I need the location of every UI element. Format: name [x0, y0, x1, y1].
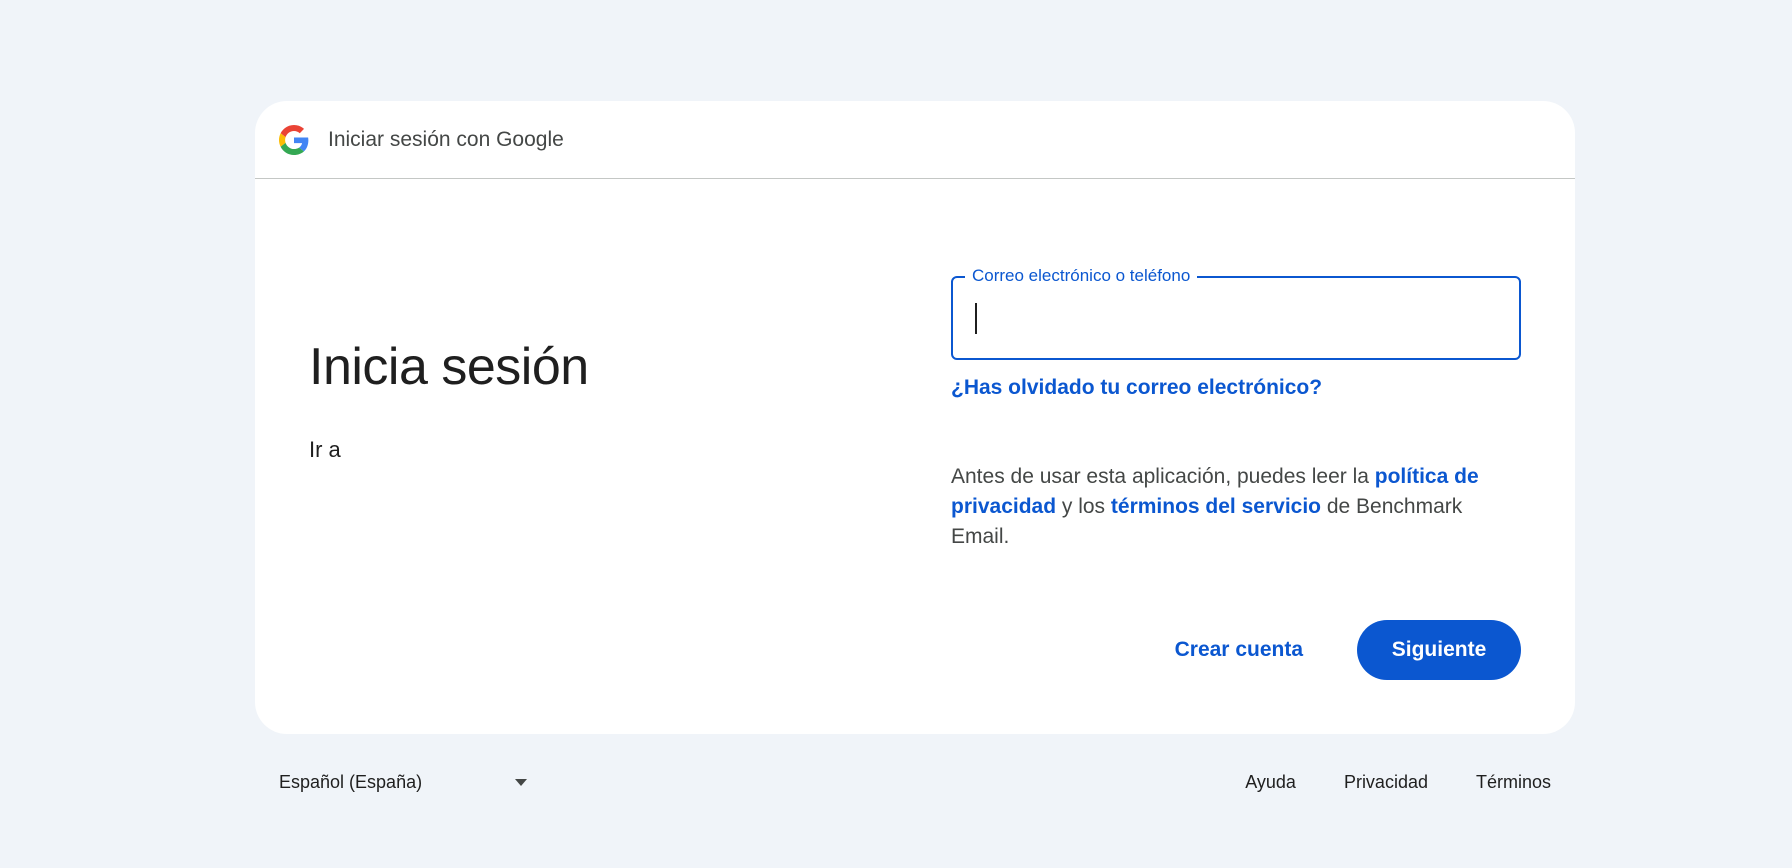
page-title: Inicia sesión — [309, 338, 589, 396]
terms-of-service-link[interactable]: términos del servicio — [1111, 495, 1321, 518]
email-input[interactable] — [971, 296, 1501, 340]
email-field-container[interactable]: Correo electrónico o teléfono — [951, 266, 1521, 360]
text-caret — [975, 303, 977, 334]
action-buttons: Crear cuenta Siguiente — [1145, 620, 1521, 680]
subtitle: Ir a — [309, 437, 341, 462]
footer-link-privacy[interactable]: Privacidad — [1320, 772, 1452, 793]
footer-links: Ayuda Privacidad Términos — [1221, 758, 1575, 806]
footer-link-terms[interactable]: Términos — [1452, 772, 1575, 793]
privacy-prefix: Antes de usar esta aplicación, puedes le… — [951, 465, 1375, 488]
footer: Español (España) Ayuda Privacidad Términ… — [255, 758, 1575, 806]
next-button[interactable]: Siguiente — [1357, 620, 1521, 680]
google-g-logo-icon — [279, 124, 309, 155]
right-column: Correo electrónico o teléfono ¿Has olvid… — [951, 266, 1521, 552]
language-selected-value: Español (España) — [279, 771, 423, 792]
header-title: Iniciar sesión con Google — [328, 127, 564, 151]
chevron-down-icon — [515, 779, 527, 786]
forgot-email-link[interactable]: ¿Has olvidado tu correo electrónico? — [951, 376, 1322, 400]
email-field-label: Correo electrónico o teléfono — [965, 266, 1198, 286]
left-column: Inicia sesión Ir a — [309, 337, 589, 463]
create-account-button[interactable]: Crear cuenta — [1145, 620, 1333, 680]
privacy-middle: y los — [1056, 495, 1111, 518]
signin-card: Iniciar sesión con Google Inicia sesión … — [255, 101, 1575, 734]
card-header: Iniciar sesión con Google — [255, 101, 1575, 179]
privacy-notice: Antes de usar esta aplicación, puedes le… — [951, 462, 1511, 552]
footer-link-help[interactable]: Ayuda — [1221, 772, 1320, 793]
language-selector[interactable]: Español (España) — [255, 758, 535, 806]
